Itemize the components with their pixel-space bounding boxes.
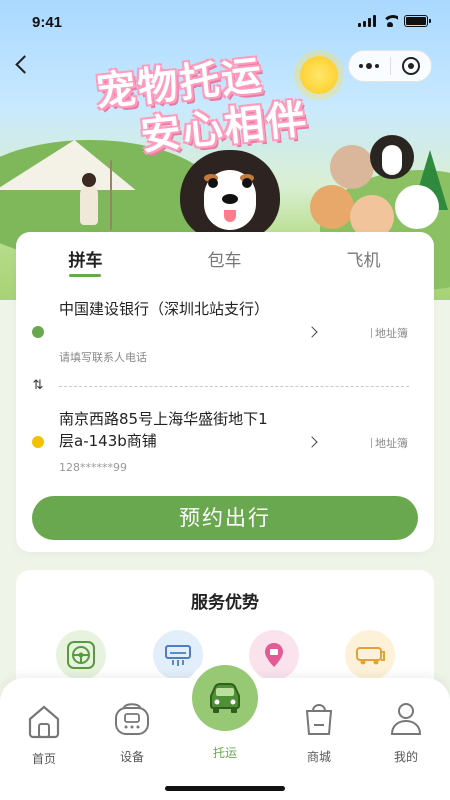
- tab-carpool[interactable]: 拼车: [16, 242, 155, 282]
- status-time: 9:41: [32, 14, 63, 31]
- dropoff-dot-icon: [32, 436, 44, 448]
- puppy-illustration: [330, 145, 374, 189]
- sun-icon: [300, 56, 338, 94]
- dropoff-phone[interactable]: 128******99: [59, 461, 127, 474]
- status-bar: 9:41: [0, 0, 450, 44]
- nav-mall-label: 商城: [306, 750, 331, 764]
- nav-mall[interactable]: 商城: [279, 698, 359, 765]
- service-advantages-title: 服务优势: [191, 593, 259, 613]
- battery-icon: [404, 15, 431, 27]
- dropoff-address[interactable]: 南京西路85号上海华盛街地下1层a-143b商铺: [59, 408, 269, 452]
- device-icon: [115, 703, 149, 735]
- divider: [59, 386, 409, 387]
- puppy-illustration: [395, 185, 439, 229]
- pickup-phone-placeholder[interactable]: 请填写联系人电话: [59, 349, 147, 365]
- tent-pole: [110, 160, 112, 230]
- tab-flight[interactable]: 飞机: [294, 242, 433, 282]
- nav-profile-label: 我的: [393, 750, 418, 764]
- home-icon: [28, 705, 60, 739]
- close-target-icon[interactable]: [390, 57, 431, 75]
- transport-tabs: 拼车 包车 飞机: [16, 242, 434, 282]
- dropoff-row[interactable]: 南京西路85号上海华盛街地下1层a-143b商铺 128******99 地址簿: [16, 408, 434, 478]
- chevron-right-icon[interactable]: [306, 326, 318, 338]
- puppy-illustration: [370, 135, 414, 179]
- pickup-row[interactable]: 中国建设银行（深圳北站支行） 请填写联系人电话 地址簿: [16, 298, 434, 378]
- mini-program-capsule: [348, 50, 432, 82]
- shopping-bag-icon: [305, 704, 333, 735]
- nav-transport-label: 托运: [212, 746, 237, 760]
- cellular-signal-icon: [358, 15, 376, 27]
- back-arrow-icon[interactable]: [12, 54, 34, 76]
- home-indicator: [165, 786, 285, 791]
- booking-card: 拼车 包车 飞机 中国建设银行（深圳北站支行） 请填写联系人电话 地址簿 ⇅ 南…: [16, 232, 434, 552]
- more-icon[interactable]: [349, 63, 390, 69]
- car-icon: [210, 683, 240, 713]
- hero-title: 宠物托运 安心相伴: [94, 47, 311, 164]
- person-illustration: [80, 173, 98, 225]
- pickup-address-book-link[interactable]: 地址簿: [371, 325, 408, 341]
- wifi-icon: [382, 15, 398, 27]
- user-icon: [390, 703, 422, 735]
- nav-home[interactable]: 首页: [4, 702, 84, 767]
- puppy-illustration: [310, 185, 354, 229]
- tab-charter[interactable]: 包车: [155, 242, 294, 282]
- nav-device[interactable]: 设备: [92, 698, 172, 765]
- nav-profile[interactable]: 我的: [366, 698, 446, 765]
- dropoff-address-book-link[interactable]: 地址簿: [371, 435, 408, 451]
- nav-home-label: 首页: [31, 752, 56, 766]
- bottom-tab-bar: 首页 设备 托运 商城 我的: [0, 658, 450, 800]
- pickup-dot-icon: [32, 326, 44, 338]
- nav-transport[interactable]: [185, 658, 265, 738]
- van-icon: [345, 630, 395, 680]
- steering-wheel-icon: [56, 630, 106, 680]
- pickup-address[interactable]: 中国建设银行（深圳北站支行）: [59, 298, 269, 320]
- swap-icon[interactable]: ⇅: [30, 377, 46, 395]
- book-trip-button[interactable]: 预约出行: [32, 496, 418, 540]
- chevron-right-icon[interactable]: [306, 436, 318, 448]
- nav-device-label: 设备: [119, 750, 144, 764]
- dog-mascot-illustration: [180, 150, 280, 240]
